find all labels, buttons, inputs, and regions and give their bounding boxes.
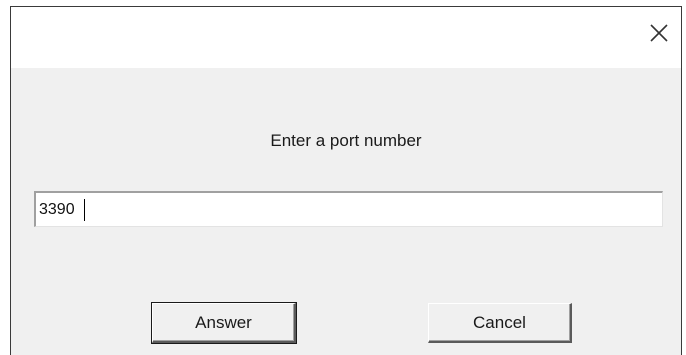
answer-button[interactable]: Answer — [151, 302, 297, 344]
close-icon — [650, 24, 668, 42]
port-number-input[interactable] — [34, 191, 663, 227]
close-button[interactable] — [645, 17, 673, 49]
cancel-button[interactable]: Cancel — [428, 303, 572, 343]
port-dialog: Enter a port number Answer Cancel — [10, 6, 682, 355]
title-bar — [11, 7, 681, 68]
text-caret — [84, 199, 85, 221]
prompt-label: Enter a port number — [270, 131, 422, 150]
